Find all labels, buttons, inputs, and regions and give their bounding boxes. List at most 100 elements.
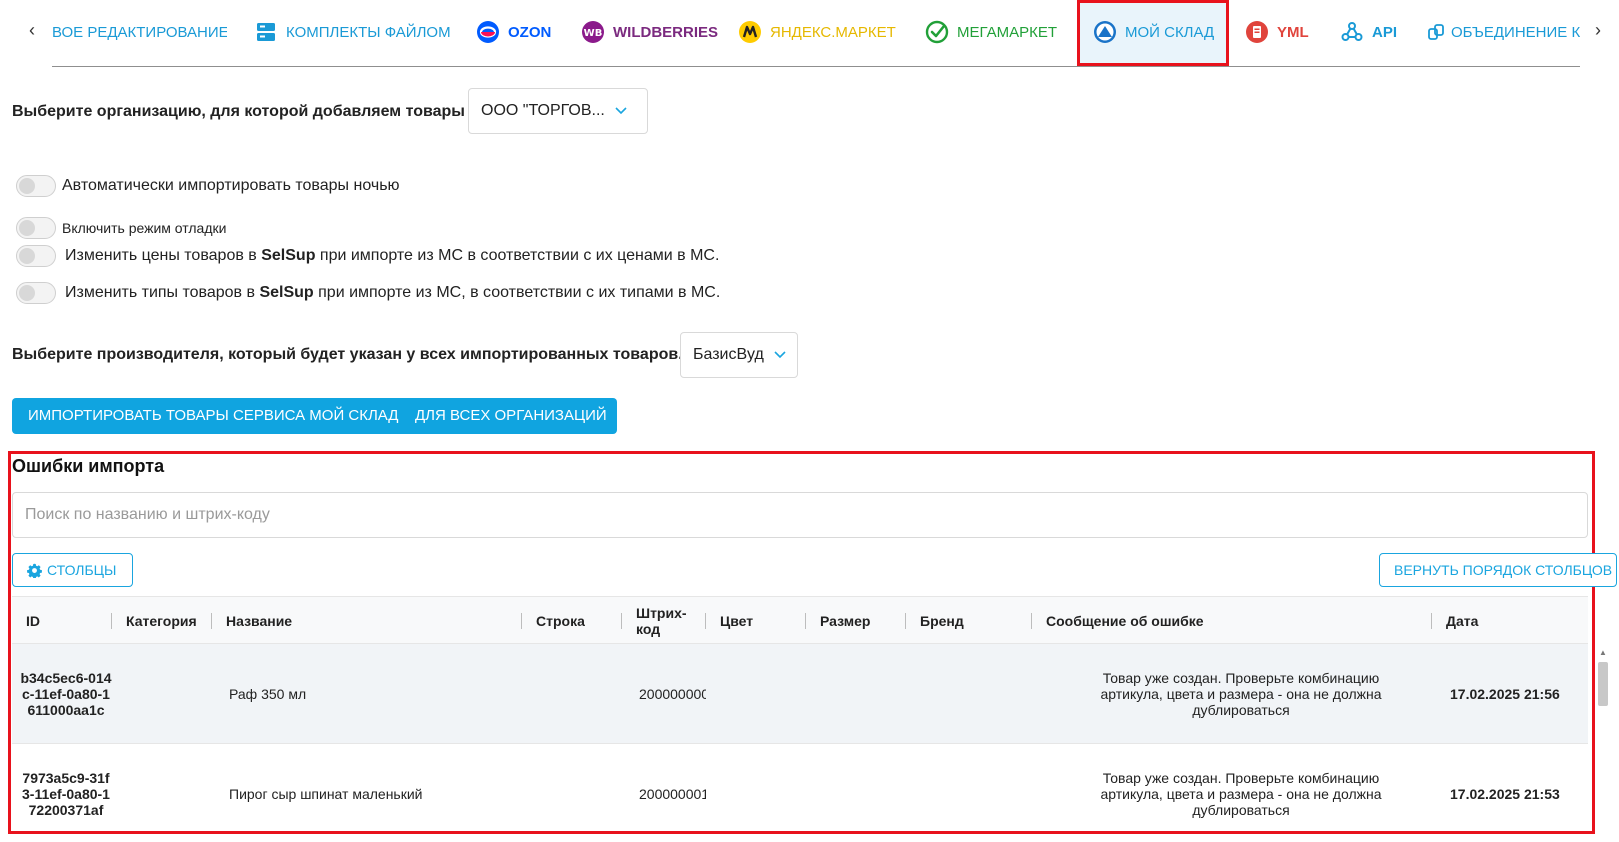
col-header-line[interactable]: Строка [536,597,585,645]
import-moy-sklad-button[interactable]: ИМПОРТИРОВАТЬ ТОВАРЫ СЕРВИСА МОЙ СКЛАД Д… [12,398,617,434]
cell-line [536,644,621,744]
cell-barcode: 2000000010 [639,786,706,802]
tab-label: КОМПЛЕКТЫ ФАЙЛОМ [286,23,451,41]
column-resize-handle[interactable] [905,613,906,629]
cell-color [720,744,805,828]
tab-yandex-market[interactable]: ЯНДЕКС.МАРКЕТ [738,20,896,44]
gear-icon [27,563,42,578]
col-header-size[interactable]: Размер [820,597,870,645]
tab-label: ОБЪЕДИНЕНИЕ К [1451,23,1580,41]
cell-size [820,744,905,828]
toggle-label: Изменить цены товаров в SelSup при импор… [65,247,720,264]
tab-label: OZON [508,23,552,41]
manufacturer-select[interactable]: БазисВуд [680,332,798,378]
org-select[interactable]: ООО "ТОРГОВ... [468,88,648,134]
column-resize-handle[interactable] [111,613,112,629]
tab-label: ВОЕ РЕДАКТИРОВАНИЕ [52,23,227,41]
kits-file-icon [254,20,278,44]
toggle-row-prices: Изменить цены товаров в SelSup при импор… [16,245,719,267]
tabs-divider [52,66,1580,67]
cell-size [820,644,905,744]
debug-mode-toggle[interactable] [16,217,56,239]
wildberries-logo-icon: WB [581,20,605,44]
manufacturer-select-value: БазисВуд [693,346,764,363]
tab-kits-file[interactable]: КОМПЛЕКТЫ ФАЙЛОМ [254,20,451,44]
cell-name: Пирог сыр шпинат маленький [229,786,423,802]
cell-barcode: 2000000009 [639,686,706,702]
yml-file-icon [1245,20,1269,44]
col-header-id[interactable]: ID [26,597,40,645]
org-label: Выберите организацию, для которой добавл… [12,103,465,120]
column-resize-handle[interactable] [1431,613,1432,629]
column-resize-handle[interactable] [705,613,706,629]
manufacturer-label: Выберите производителя, который будет ук… [12,346,683,363]
toggle-label: Автоматически импортировать товары ночью [62,177,400,194]
tab-yml[interactable]: YML [1245,20,1309,44]
tab-ozon[interactable]: OZON [476,20,551,44]
scrollbar-thumb[interactable] [1598,662,1608,706]
tab-wildberries[interactable]: WB WILDBERRIES [581,20,718,44]
tab-label: МОЙ СКЛАД [1125,23,1215,41]
toggle-row-debug: Включить режим отладки [16,217,226,239]
import-button-label: ИМПОРТИРОВАТЬ ТОВАРЫ СЕРВИСА МОЙ СКЛАД [28,407,399,424]
table-row[interactable]: b34c5ec6-014c-11ef-0a80-1611000aa1c Раф … [12,644,1588,744]
tab-megamarket[interactable]: МЕГАМАРКЕТ [925,20,1057,44]
table-header: ID Категория Название Строка Штрих- код … [12,596,1588,644]
col-header-message[interactable]: Сообщение об ошибке [1046,597,1204,645]
tab-label: ЯНДЕКС.МАРКЕТ [770,23,896,41]
cell-name: Раф 350 мл [229,686,307,702]
tab-label: YML [1277,23,1309,41]
tab-api[interactable]: API [1340,20,1397,44]
cell-id: b34c5ec6-014c-11ef-0a80-1611000aa1c [20,670,112,718]
cell-category [126,744,211,828]
update-types-toggle[interactable] [16,282,56,304]
scroll-up-arrow-icon[interactable]: ▲ [1599,648,1607,657]
cell-category [126,644,211,744]
toggle-label: Включить режим отладки [62,220,227,236]
import-all-orgs-label: ДЛЯ ВСЕХ ОРГАНИЗАЦИЙ [415,407,607,424]
tab-merge[interactable]: ОБЪЕДИНЕНИЕ К [1427,20,1580,44]
cell-line [536,744,621,828]
tab-label: WILDBERRIES [613,23,718,41]
megamarket-logo-icon [925,20,949,44]
org-select-value: ООО "ТОРГОВ... [481,102,605,119]
api-webhook-icon [1340,20,1364,44]
cell-color [720,644,805,744]
cell-date: 17.02.2025 21:53 [1450,786,1560,802]
col-header-brand[interactable]: Бренд [920,597,964,645]
toggle-row-auto-import: Автоматически импортировать товары ночью [16,175,400,197]
column-resize-handle[interactable] [621,613,622,629]
reset-columns-order-button[interactable]: ВЕРНУТЬ ПОРЯДОК СТОЛБЦОВ [1379,553,1617,587]
col-header-date[interactable]: Дата [1446,597,1478,645]
import-errors-title: Ошибки импорта [12,456,165,476]
update-prices-toggle[interactable] [16,245,56,267]
yandex-market-logo-icon [738,20,762,44]
col-header-color[interactable]: Цвет [720,597,753,645]
errors-search-input[interactable] [12,492,1588,538]
tab-moy-sklad[interactable]: МОЙ СКЛАД [1093,20,1214,44]
tabs-prev-arrow[interactable]: ‹ [20,18,44,42]
svg-text:WB: WB [584,28,603,39]
column-resize-handle[interactable] [211,613,212,629]
cell-brand [920,744,1030,828]
col-header-category[interactable]: Категория [126,597,197,645]
table-scrollbar[interactable]: ▲ [1596,646,1610,832]
col-header-barcode[interactable]: Штрих- код [636,597,687,645]
col-header-name[interactable]: Название [226,597,292,645]
tab-bulk-edit[interactable]: ВОЕ РЕДАКТИРОВАНИЕ [52,20,227,44]
toggle-label: Изменить типы товаров в SelSup при импор… [65,284,721,301]
tabs-next-arrow[interactable]: › [1586,18,1610,42]
tab-label: API [1372,23,1398,41]
moy-sklad-logo-icon [1093,20,1117,44]
cell-brand [920,644,1030,744]
auto-import-toggle[interactable] [16,175,56,197]
columns-button[interactable]: СТОЛБЦЫ [12,553,133,587]
tab-label: МЕГАМАРКЕТ [957,23,1058,41]
column-resize-handle[interactable] [805,613,806,629]
import-errors-table: ID Категория Название Строка Штрих- код … [12,596,1588,828]
column-resize-handle[interactable] [1031,613,1032,629]
cell-date: 17.02.2025 21:56 [1450,686,1560,702]
table-row[interactable]: 7973a5c9-31f3-11ef-0a80-172200371af Пиро… [12,744,1588,828]
cell-id: 7973a5c9-31f3-11ef-0a80-172200371af [22,770,110,818]
column-resize-handle[interactable] [521,613,522,629]
